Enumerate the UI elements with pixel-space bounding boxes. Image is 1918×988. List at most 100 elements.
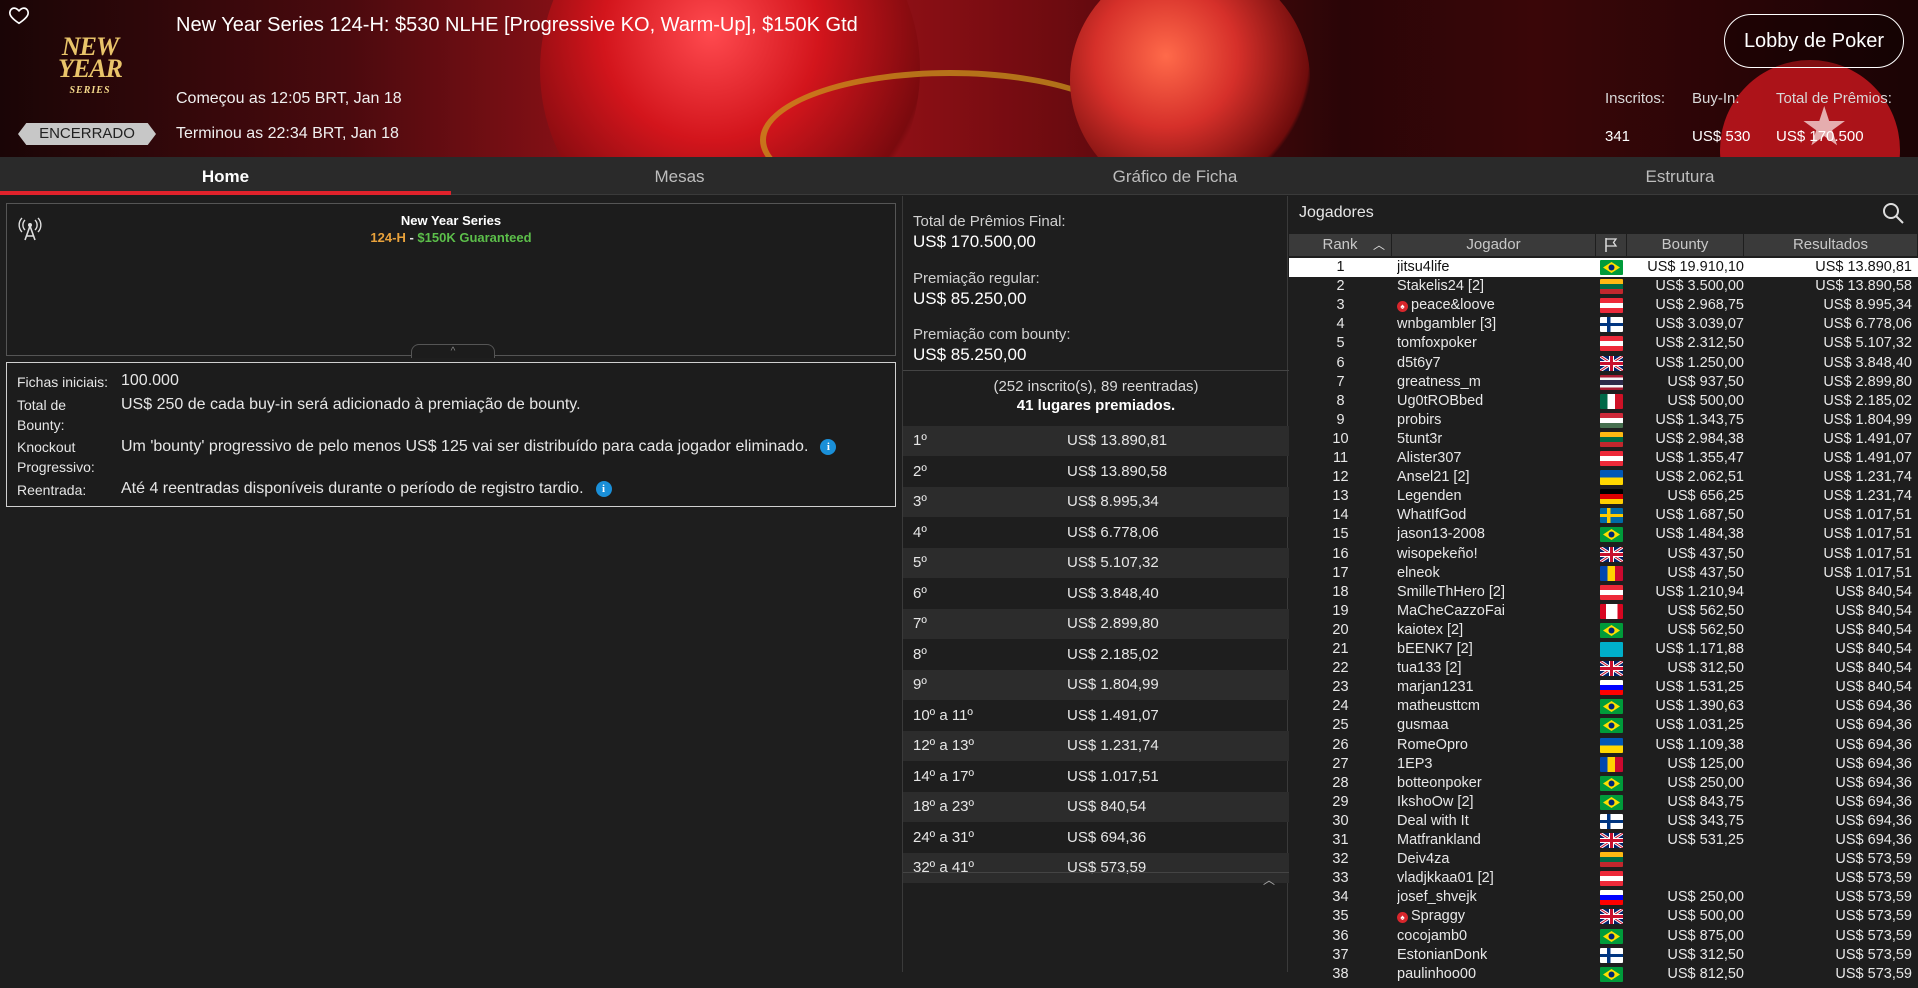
player-row[interactable]: 2 Stakelis24 [2] US$ 3.500,00 US$ 13.890,58	[1289, 277, 1918, 296]
country-flag-icon	[1600, 508, 1623, 524]
player-rank: 12	[1332, 469, 1349, 486]
player-name: 5tunt3r	[1397, 430, 1557, 449]
player-row[interactable]: 6 d5t6y7 US$ 1.250,00 US$ 3.848,40	[1289, 354, 1918, 373]
player-row[interactable]: 26 RomeOpro US$ 1.109,38 US$ 694,36	[1289, 736, 1918, 755]
player-row[interactable]: 30 Deal with It US$ 343,75 US$ 694,36	[1289, 812, 1918, 831]
player-rank: 6	[1336, 354, 1345, 371]
player-row[interactable]: 16 wisopekeño! US$ 437,50 US$ 1.017,51	[1289, 545, 1918, 564]
info-icon[interactable]: i	[820, 439, 837, 455]
player-rank: 1	[1336, 259, 1345, 275]
player-row[interactable]: 28 botteonpoker US$ 250,00 US$ 694,36	[1289, 774, 1918, 793]
payout-position: 3º	[913, 493, 927, 510]
rank-column-header[interactable]: Rank ︿	[1289, 234, 1392, 256]
player-row[interactable]: 9 probirs US$ 1.343,75 US$ 1.804,99	[1289, 411, 1918, 430]
player-row[interactable]: 17 elneok US$ 437,50 US$ 1.017,51	[1289, 564, 1918, 583]
player-row[interactable]: 37 EstonianDonk US$ 312,50 US$ 573,59	[1289, 946, 1918, 965]
payout-amount: US$ 13.890,58	[1067, 462, 1168, 480]
player-name: josef_shvejk	[1397, 888, 1557, 907]
player-bounty: US$ 1.390,63	[1655, 698, 1744, 715]
player-row[interactable]: 3 ♠ peace&loove US$ 2.968,75 US$ 8.995,34	[1289, 296, 1918, 315]
tab-home[interactable]: Home	[0, 157, 451, 195]
tab-tables[interactable]: Mesas	[451, 157, 908, 195]
player-result: US$ 573,59	[1835, 946, 1912, 963]
player-bounty: US$ 1.687,50	[1655, 507, 1744, 524]
player-result: US$ 840,54	[1835, 621, 1912, 638]
tab-structure[interactable]: Estrutura	[1442, 157, 1918, 195]
player-row[interactable]: 25 gusmaa US$ 1.031,25 US$ 694,36	[1289, 716, 1918, 735]
brazil-flag-icon	[1603, 701, 1620, 713]
player-rank: 32	[1332, 851, 1349, 868]
entrants-stat: Inscritos: 341	[1605, 90, 1665, 145]
player-row[interactable]: 33 vladjkkaa01 [2] US$ 573,59	[1289, 869, 1918, 888]
player-row[interactable]: 21 bEENK7 [2] US$ 1.171,88 US$ 840,54	[1289, 640, 1918, 659]
player-bounty: US$ 1.250,00	[1655, 354, 1744, 371]
country-flag-icon	[1600, 603, 1623, 619]
player-name-text: tua133 [2]	[1397, 660, 1462, 677]
player-name-text: Deiv4za	[1397, 851, 1450, 868]
player-row[interactable]: 38 paulinhoo00 US$ 812,50 US$ 573,59	[1289, 965, 1918, 984]
player-name: probirs	[1397, 411, 1557, 430]
favorite-heart-icon[interactable]	[8, 4, 30, 26]
player-result: US$ 13.890,58	[1815, 278, 1912, 295]
player-row[interactable]: 18 SmilleThHero [2] US$ 1.210,94 US$ 840,54	[1289, 583, 1918, 602]
country-flag-icon	[1600, 947, 1623, 963]
player-rank: 30	[1332, 812, 1349, 829]
player-row[interactable]: 23 marjan1231 US$ 1.531,25 US$ 840,54	[1289, 678, 1918, 697]
player-row[interactable]: 29 IkshoOw [2] US$ 843,75 US$ 694,36	[1289, 793, 1918, 812]
tab-chip-graph[interactable]: Gráfico de Ficha	[908, 157, 1442, 195]
info-icon[interactable]: i	[595, 481, 612, 497]
search-icon[interactable]	[1881, 201, 1905, 225]
player-row[interactable]: 24 matheusttcm US$ 1.390,63 US$ 694,36	[1289, 697, 1918, 716]
player-result: US$ 1.231,74	[1823, 488, 1912, 505]
player-name: EstonianDonk	[1397, 946, 1557, 965]
player-row[interactable]: 13 Legenden US$ 656,25 US$ 1.231,74	[1289, 487, 1918, 506]
player-name: vladjkkaa01 [2]	[1397, 869, 1557, 888]
player-row[interactable]: 32 Deiv4za US$ 573,59	[1289, 850, 1918, 869]
tournament-info-panel: New Year Series 124-H - $150K Guaranteed…	[6, 203, 896, 358]
player-row[interactable]: 14 WhatIfGod US$ 1.687,50 US$ 1.017,51	[1289, 506, 1918, 525]
player-row[interactable]: 11 Alister307 US$ 1.355,47 US$ 1.491,07	[1289, 449, 1918, 468]
payout-position: 7º	[913, 615, 927, 632]
player-name-text: probirs	[1397, 411, 1442, 428]
player-row[interactable]: 8 Ug0tROBbed US$ 500,00 US$ 2.185,02	[1289, 392, 1918, 411]
player-row[interactable]: 10 5tunt3r US$ 2.984,38 US$ 1.491,07	[1289, 430, 1918, 449]
player-name: RomeOpro	[1397, 736, 1557, 755]
payout-position: 8º	[913, 645, 927, 663]
player-row[interactable]: 27 1EP3 US$ 125,00 US$ 694,36	[1289, 755, 1918, 774]
player-row[interactable]: 22 tua133 [2] US$ 312,50 US$ 840,54	[1289, 659, 1918, 678]
brazil-flag-icon	[1603, 796, 1620, 808]
results-column-header[interactable]: Resultados	[1744, 234, 1918, 256]
player-bounty: US$ 1.031,25	[1655, 717, 1744, 734]
player-rank: 20	[1332, 621, 1349, 638]
country-flag-icon	[1600, 489, 1623, 505]
player-row[interactable]: 34 josef_shvejk US$ 250,00 US$ 573,59	[1289, 888, 1918, 907]
player-row[interactable]: 7 greatness_m US$ 937,50 US$ 2.899,80	[1289, 373, 1918, 392]
brazil-flag-icon	[1603, 529, 1620, 541]
player-row[interactable]: 4 wnbgambler [3] US$ 3.039,07 US$ 6.778,06	[1289, 315, 1918, 334]
player-row[interactable]: 19 MaCheCazzoFai US$ 562,50 US$ 840,54	[1289, 602, 1918, 621]
payout-row: 7º US$ 2.899,80	[903, 609, 1289, 639]
collapse-info-button[interactable]: ^	[411, 344, 495, 358]
payout-position: 14º a 17º	[913, 767, 975, 785]
player-row[interactable]: 1 jitsu4life US$ 19.910,10 US$ 13.890,81	[1289, 258, 1918, 277]
player-row[interactable]: 12 Ansel21 [2] US$ 2.062,51 US$ 1.231,74	[1289, 468, 1918, 487]
player-row[interactable]: 31 Matfrankland US$ 531,25 US$ 694,36	[1289, 831, 1918, 850]
bounty-column-header[interactable]: Bounty	[1627, 234, 1744, 256]
player-column-header[interactable]: Jogador	[1392, 234, 1596, 256]
poker-lobby-button[interactable]: Lobby de Poker	[1724, 14, 1904, 68]
player-row[interactable]: 20 kaiotex [2] US$ 562,50 US$ 840,54	[1289, 621, 1918, 640]
flag-column-header[interactable]	[1596, 234, 1627, 256]
player-row[interactable]: 5 tomfoxpoker US$ 2.312,50 US$ 5.107,32	[1289, 334, 1918, 353]
player-name-text: Ansel21 [2]	[1397, 469, 1470, 486]
country-flag-icon	[1600, 966, 1623, 982]
prize-panel: Total de Prêmios Final: US$ 170.500,00 P…	[902, 196, 1289, 972]
player-name-text: SmilleThHero [2]	[1397, 583, 1505, 600]
total-bounty-label: Total de Bounty:	[17, 397, 67, 433]
player-row[interactable]: 36 cocojamb0 US$ 875,00 US$ 573,59	[1289, 927, 1918, 946]
player-row[interactable]: 35 ♠ Spraggy US$ 500,00 US$ 573,59	[1289, 907, 1918, 926]
player-row[interactable]: 15 jason13-2008 US$ 1.484,38 US$ 1.017,51	[1289, 525, 1918, 544]
player-bounty: US$ 812,50	[1667, 965, 1744, 982]
total-bounty-value: US$ 250 de cada buy-in será adicionado à…	[121, 396, 581, 413]
collapse-payouts-icon[interactable]: ︿	[1263, 871, 1275, 888]
player-bounty: US$ 437,50	[1667, 545, 1744, 562]
